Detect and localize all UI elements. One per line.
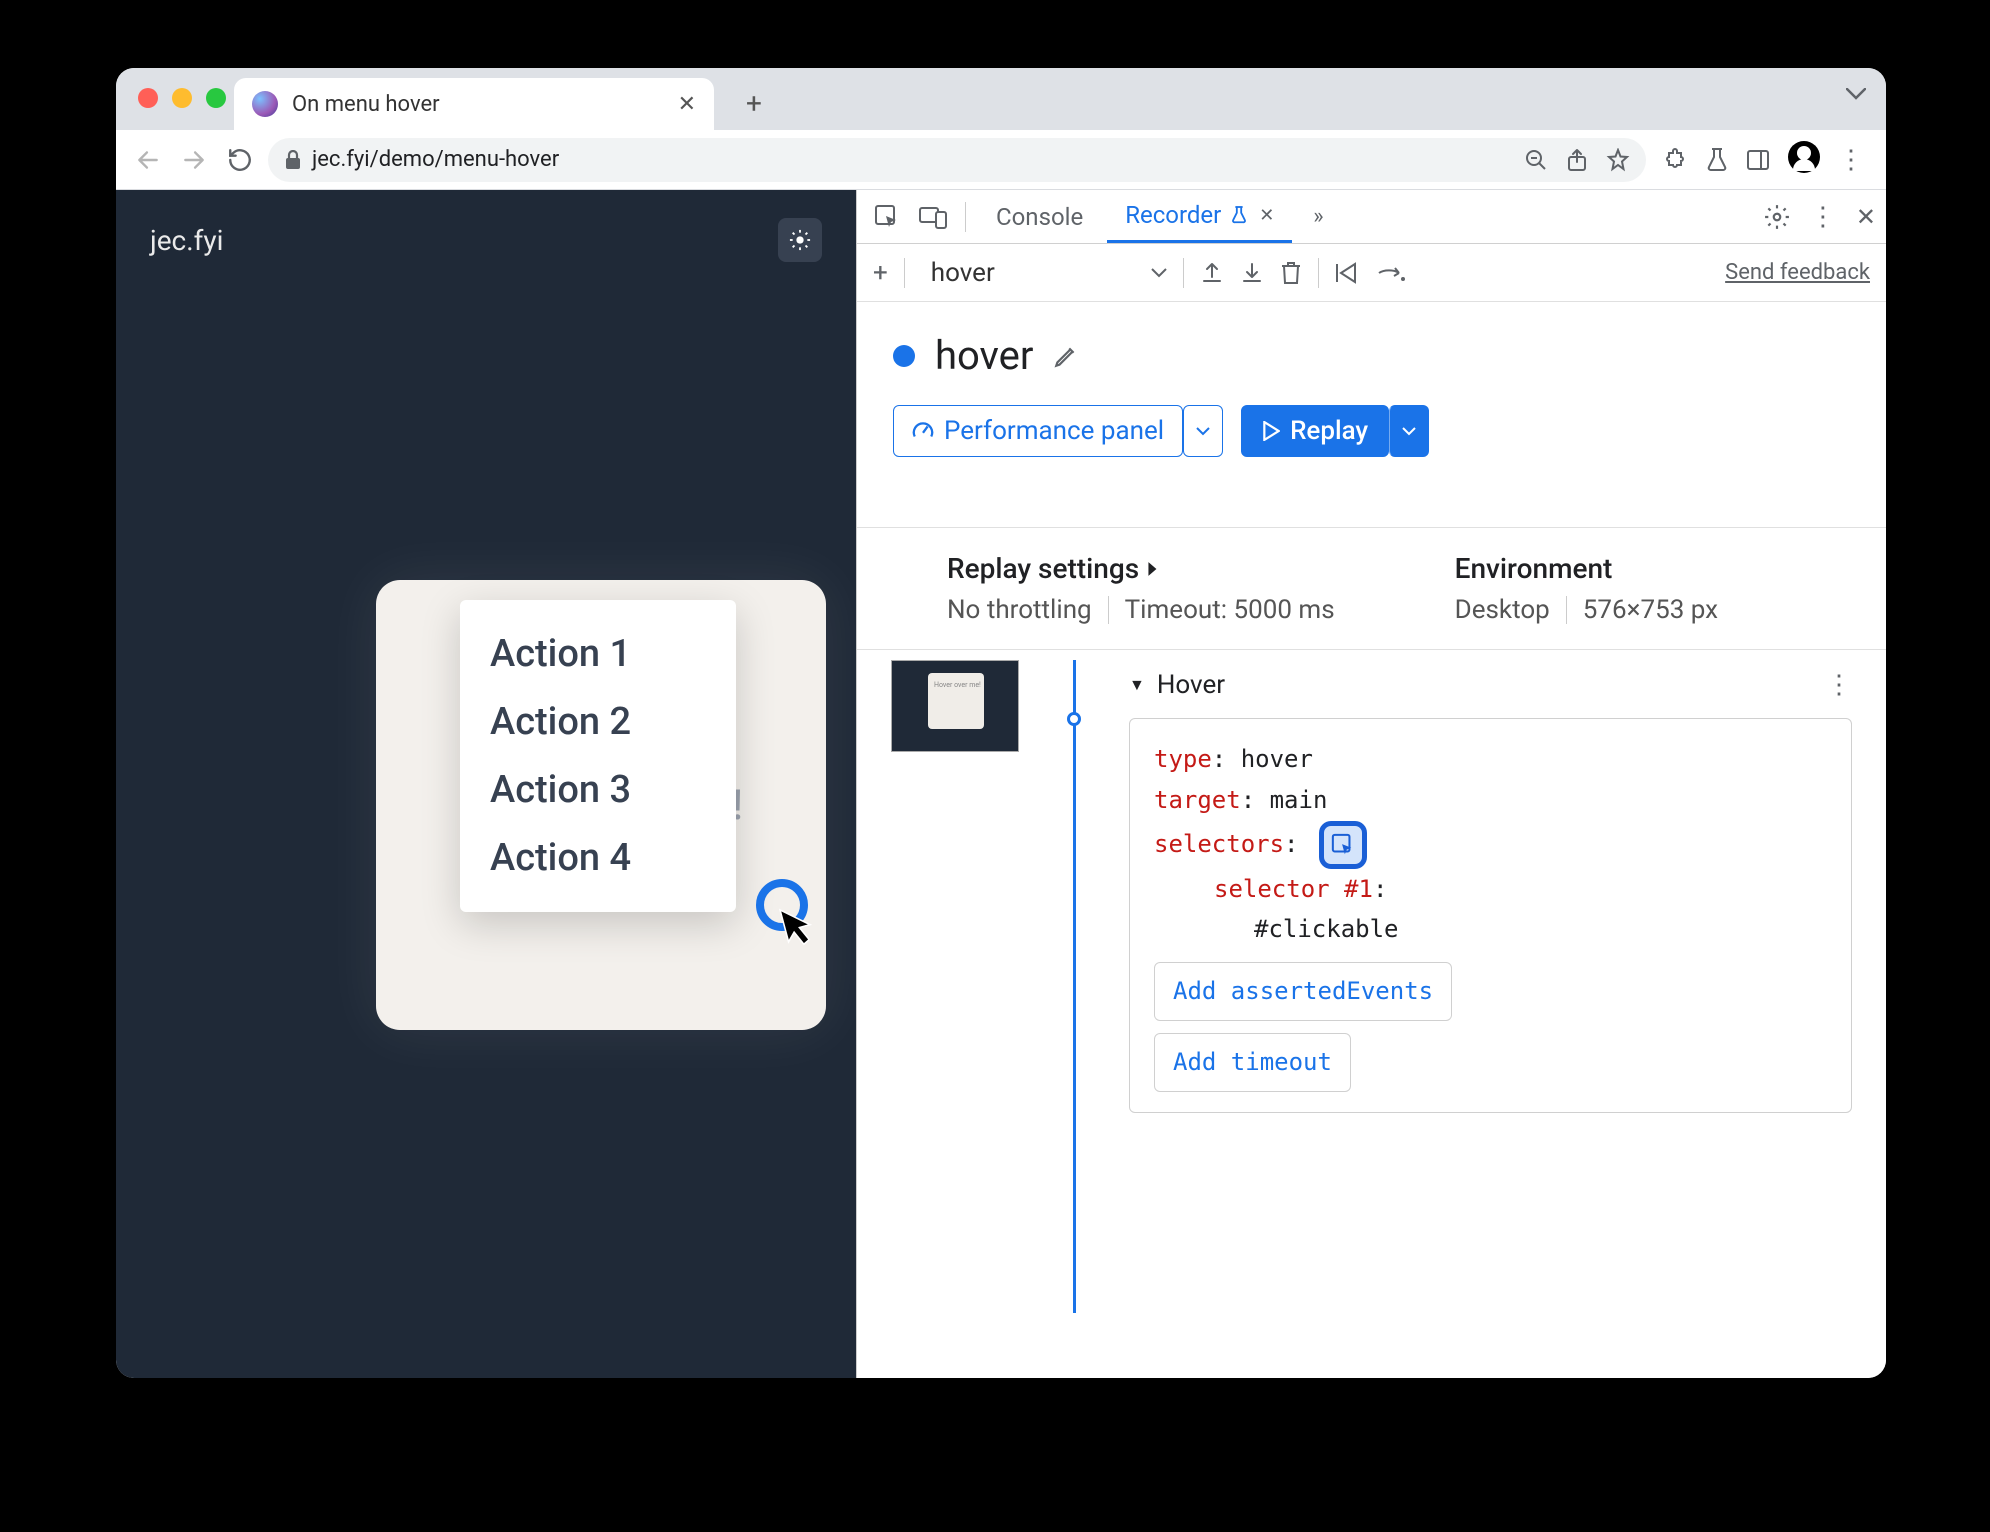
prop-key-target: target — [1154, 786, 1241, 814]
collapse-icon: ▼ — [1129, 675, 1145, 695]
replay-settings-toggle[interactable]: Replay settings — [947, 552, 1335, 585]
device-value: Desktop — [1455, 595, 1550, 625]
theme-toggle-button[interactable] — [778, 218, 822, 262]
timeline — [1049, 660, 1099, 1113]
menu-item-1[interactable]: Action 1 — [460, 620, 736, 688]
performance-panel-button[interactable]: Performance panel — [893, 405, 1183, 457]
replay-button[interactable]: Replay — [1241, 405, 1389, 457]
timeline-step-marker[interactable] — [1067, 712, 1081, 726]
recording-selector[interactable]: hover — [921, 258, 1135, 288]
extensions-icon[interactable] — [1664, 148, 1688, 172]
recording-status-dot — [893, 345, 915, 367]
menu-item-3[interactable]: Action 3 — [460, 756, 736, 824]
close-recorder-tab[interactable]: ✕ — [1259, 205, 1274, 226]
environment-label: Environment — [1455, 552, 1718, 585]
throttling-value: No throttling — [947, 595, 1092, 625]
cursor-icon — [777, 900, 821, 951]
recording-steps: Hover over me! ▼ Hover ⋮ type: hover tar… — [857, 650, 1886, 1113]
browser-window: On menu hover ✕ + jec.fyi/demo/menu-hove… — [116, 68, 1886, 1378]
tab-list-dropdown[interactable] — [1846, 88, 1866, 100]
new-recording-button[interactable]: + — [873, 258, 888, 288]
inspect-element-icon[interactable] — [867, 204, 907, 230]
maximize-window-button[interactable] — [206, 88, 226, 108]
titlebar: On menu hover ✕ + — [116, 68, 1886, 130]
tab-favicon — [252, 91, 278, 117]
viewport-value: 576×753 px — [1583, 595, 1718, 625]
selector-picker-button[interactable] — [1319, 821, 1367, 869]
replay-settings-bar: Replay settings No throttling Timeout: 5… — [857, 527, 1886, 650]
step-name: Hover — [1157, 670, 1225, 700]
menu-item-4[interactable]: Action 4 — [460, 824, 736, 892]
hover-target-card[interactable]: Hover over me! Action 1 Action 2 Action … — [376, 580, 826, 1030]
import-icon[interactable] — [1240, 261, 1264, 285]
lock-icon — [284, 150, 302, 170]
webpage: jec.fyi Hover over me! Action 1 Action 2… — [116, 190, 856, 1378]
toolbar: jec.fyi/demo/menu-hover ⋮ — [116, 130, 1886, 190]
recorder-toolbar: + hover Send feedback — [857, 244, 1886, 302]
recorder-tab[interactable]: Recorder ✕ — [1107, 190, 1292, 243]
export-icon[interactable] — [1200, 261, 1224, 285]
send-feedback-link[interactable]: Send feedback — [1725, 260, 1870, 285]
url-text: jec.fyi/demo/menu-hover — [312, 147, 1514, 172]
menu-item-2[interactable]: Action 2 — [460, 688, 736, 756]
minimize-window-button[interactable] — [172, 88, 192, 108]
step-icon[interactable] — [1377, 263, 1407, 283]
new-tab-button[interactable]: + — [734, 87, 774, 120]
prop-key-selectors: selectors — [1154, 830, 1284, 858]
recorder-labs-icon — [1231, 205, 1247, 225]
add-asserted-events-button[interactable]: Add assertedEvents — [1154, 962, 1452, 1021]
reload-button[interactable] — [222, 142, 258, 178]
recording-title: hover — [935, 332, 1033, 379]
delete-icon[interactable] — [1280, 260, 1302, 286]
labs-icon[interactable] — [1706, 147, 1728, 173]
chrome-menu-icon[interactable]: ⋮ — [1838, 145, 1864, 175]
devtools-menu-icon[interactable]: ⋮ — [1810, 202, 1836, 232]
chevron-down-icon[interactable] — [1151, 268, 1167, 278]
prop-val-type[interactable]: hover — [1241, 745, 1313, 773]
continue-icon[interactable] — [1335, 262, 1361, 284]
selector-value[interactable]: #clickable — [1254, 915, 1399, 943]
close-tab-button[interactable]: ✕ — [678, 92, 696, 117]
tab-title: On menu hover — [292, 92, 654, 117]
more-tabs-icon[interactable]: » — [1298, 204, 1338, 229]
console-tab[interactable]: Console — [978, 190, 1101, 243]
devtools-panel: Console Recorder ✕ » ⋮ ✕ + hover — [856, 190, 1886, 1378]
device-toolbar-icon[interactable] — [913, 205, 953, 229]
zoom-icon[interactable] — [1524, 148, 1548, 172]
extension-icons: ⋮ — [1656, 141, 1872, 179]
traffic-lights — [138, 88, 226, 108]
content-area: jec.fyi Hover over me! Action 1 Action 2… — [116, 190, 1886, 1378]
prop-val-target[interactable]: main — [1270, 786, 1328, 814]
prop-key-type: type — [1154, 745, 1212, 773]
step-thumbnail[interactable]: Hover over me! — [891, 660, 1019, 752]
omnibox-actions — [1524, 148, 1630, 172]
dropdown-menu: Action 1 Action 2 Action 3 Action 4 — [460, 600, 736, 912]
forward-button[interactable] — [176, 142, 212, 178]
close-devtools-icon[interactable]: ✕ — [1856, 203, 1876, 231]
close-window-button[interactable] — [138, 88, 158, 108]
performance-panel-dropdown[interactable] — [1183, 405, 1223, 457]
recorder-body: hover Performance panel — [857, 302, 1886, 527]
replay-dropdown[interactable] — [1389, 405, 1429, 457]
back-button[interactable] — [130, 142, 166, 178]
step-header[interactable]: ▼ Hover ⋮ — [1129, 660, 1852, 710]
timeout-value: Timeout: 5000 ms — [1125, 595, 1335, 625]
share-icon[interactable] — [1566, 148, 1588, 172]
add-timeout-button[interactable]: Add timeout — [1154, 1033, 1351, 1092]
site-name[interactable]: jec.fyi — [150, 224, 223, 257]
selector-index-label: selector #1 — [1214, 875, 1373, 903]
browser-tab[interactable]: On menu hover ✕ — [234, 78, 714, 130]
edit-title-button[interactable] — [1053, 343, 1079, 369]
panel-icon[interactable] — [1746, 149, 1770, 171]
step-menu-button[interactable]: ⋮ — [1826, 670, 1852, 700]
bookmark-icon[interactable] — [1606, 148, 1630, 172]
profile-avatar[interactable] — [1788, 141, 1820, 179]
devtools-tabstrip: Console Recorder ✕ » ⋮ ✕ — [857, 190, 1886, 244]
address-bar[interactable]: jec.fyi/demo/menu-hover — [268, 138, 1646, 182]
settings-icon[interactable] — [1764, 204, 1790, 230]
step-properties: type: hover target: main selectors: sele… — [1129, 718, 1852, 1113]
